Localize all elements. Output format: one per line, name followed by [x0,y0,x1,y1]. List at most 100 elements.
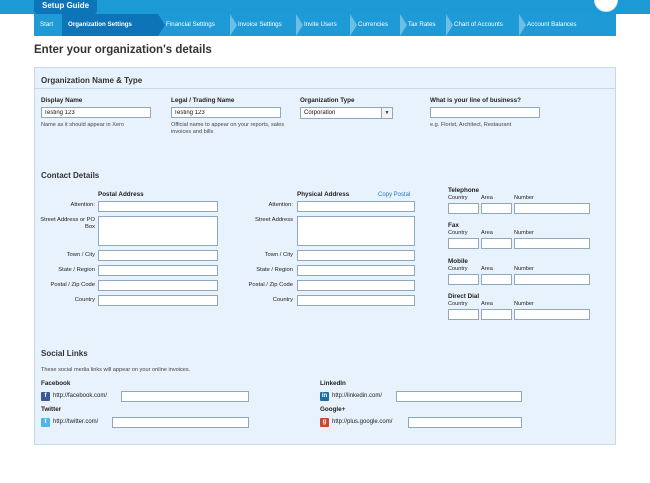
org-type-label: Organization Type [300,97,355,104]
mobile-number-label: Number [514,266,534,272]
top-bar [0,0,650,14]
fax-country-label: Country [448,230,468,236]
mobile-country-input[interactable] [448,274,479,285]
physical-attention-label: Attention: [268,202,294,208]
mobile-number-input[interactable] [514,274,590,285]
contact-section-title: Contact Details [41,171,100,180]
telephone-area-label: Area [481,195,493,201]
direct-dial-number-input[interactable] [514,309,590,320]
postal-zip-input[interactable] [98,280,218,291]
direct-dial-area-label: Area [481,301,493,307]
step-separator [230,14,237,36]
step-invoice-settings[interactable]: Invoice Settings [238,14,282,36]
legal-name-input[interactable] [171,107,281,118]
facebook-input[interactable] [121,391,249,402]
google-plus-prefix: http://plus.google.com/ [332,419,393,425]
direct-dial-country-label: Country [448,301,468,307]
step-invite-users[interactable]: Invite Users [304,14,337,36]
fax-area-label: Area [481,230,493,236]
step-separator [400,14,407,36]
mobile-country-label: Country [448,266,468,272]
physical-town-input[interactable] [297,250,415,261]
mobile-area-label: Area [481,266,493,272]
physical-street-input[interactable] [297,216,415,246]
postal-state-input[interactable] [98,265,218,276]
google-plus-icon: g [320,418,329,427]
step-chart-of-accounts[interactable]: Chart of Accounts [454,14,503,36]
chevron-down-icon: ▼ [381,108,392,118]
facebook-label: Facebook [41,380,71,387]
mobile-label: Mobile [448,258,468,265]
org-type-value: Corporation [304,110,336,116]
display-name-input[interactable] [41,107,151,118]
display-name-note: Name as it should appear in Xero [41,122,125,128]
facebook-icon: f [41,392,50,401]
business-input[interactable] [430,107,540,118]
step-separator [446,14,453,36]
legal-name-label: Legal / Trading Name [171,97,235,104]
postal-street-label: Street Address or PO Box [40,217,95,230]
fax-number-label: Number [514,230,534,236]
facebook-prefix: http://facebook.com/ [53,393,108,399]
postal-zip-label: Postal / Zip Code [50,282,95,288]
twitter-input[interactable] [112,417,249,428]
step-separator [350,14,357,36]
physical-town-label: Town / City [264,252,293,258]
page-title: Enter your organization's details [34,44,212,56]
postal-town-label: Town / City [66,252,95,258]
step-start[interactable]: Start [40,14,53,36]
postal-address-heading: Postal Address [98,191,144,198]
twitter-label: Twitter [41,406,62,413]
legal-name-note: Official name to appear on your reports,… [171,122,285,135]
linkedin-prefix: http://linkedin.com/ [332,393,383,399]
postal-country-label: Country [74,297,95,303]
physical-zip-input[interactable] [297,280,415,291]
google-plus-label: Google+ [320,406,346,413]
twitter-icon: t [41,418,50,427]
copy-postal-link[interactable]: Copy Postal [378,192,410,198]
google-plus-input[interactable] [408,417,522,428]
fax-label: Fax [448,222,459,229]
telephone-number-label: Number [514,195,534,201]
organization-form-panel: Organization Name & Type Display Name Na… [34,67,616,445]
fax-country-input[interactable] [448,238,479,249]
step-separator [158,14,165,36]
step-currencies[interactable]: Currencies [358,14,388,36]
business-label: What is your line of business? [430,97,521,104]
step-account-balances[interactable]: Account Balances [527,14,577,36]
physical-street-label: Street Address [254,217,293,223]
direct-dial-area-input[interactable] [481,309,512,320]
twitter-prefix: http://twitter.com/ [53,419,99,425]
step-organization-settings[interactable]: Organization Settings [62,14,158,36]
postal-country-input[interactable] [98,295,218,306]
mobile-area-input[interactable] [481,274,512,285]
postal-town-input[interactable] [98,250,218,261]
physical-country-label: Country [272,297,293,303]
setup-steps-bar: Start Organization Settings Financial Se… [34,14,616,36]
setup-guide-tab[interactable]: Setup Guide [34,0,98,14]
linkedin-icon: in [320,392,329,401]
linkedin-input[interactable] [396,391,522,402]
direct-dial-country-input[interactable] [448,309,479,320]
postal-state-label: State / Region [58,267,95,273]
postal-attention-label: Attention: [70,202,96,208]
step-tax-rates[interactable]: Tax Rates [408,14,436,36]
postal-attention-input[interactable] [98,201,218,212]
business-note: e.g. Florist, Architect, Restaurant [430,122,512,128]
org-type-select[interactable]: Corporation ▼ [300,107,393,119]
physical-country-input[interactable] [297,295,415,306]
physical-zip-label: Postal / Zip Code [248,282,293,288]
direct-dial-label: Direct Dial [448,293,480,300]
fax-area-input[interactable] [481,238,512,249]
postal-street-input[interactable] [98,216,218,246]
telephone-area-input[interactable] [481,203,512,214]
step-separator [519,14,526,36]
fax-number-input[interactable] [514,238,590,249]
telephone-number-input[interactable] [514,203,590,214]
physical-attention-input[interactable] [297,201,415,212]
step-financial-settings[interactable]: Financial Settings [166,14,215,36]
display-name-label: Display Name [41,97,83,104]
physical-state-input[interactable] [297,265,415,276]
telephone-country-input[interactable] [448,203,479,214]
physical-address-heading: Physical Address [297,191,350,198]
